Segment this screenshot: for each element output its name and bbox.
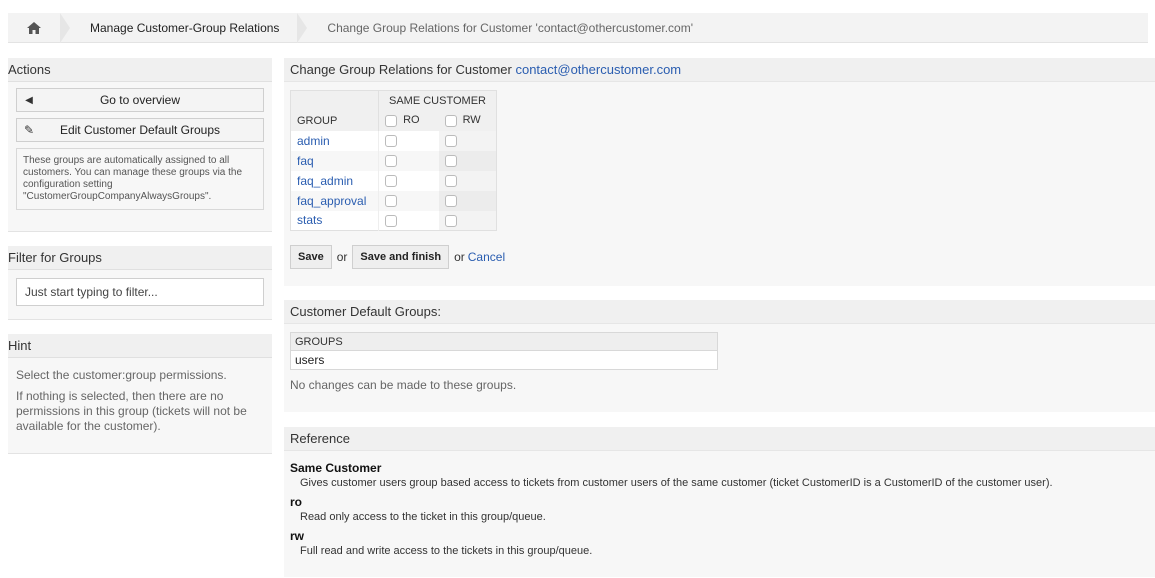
breadcrumb-manage-relations[interactable]: Manage Customer-Group Relations xyxy=(60,12,308,43)
hint-box: Hint Select the customer:group permissio… xyxy=(8,334,272,454)
ro-checkbox[interactable] xyxy=(385,155,397,168)
reference-desc: Gives customer users group based access … xyxy=(300,477,1053,489)
table-row: admin xyxy=(291,130,497,151)
hint-title: Hint xyxy=(8,334,272,358)
rw-header: RW xyxy=(462,114,481,127)
actions-box: Actions ◀ Go to overview ✎ Edit Customer… xyxy=(8,58,272,232)
default-groups-box: Customer Default Groups: GROUPS users No… xyxy=(284,300,1155,412)
group-link-faq-admin[interactable]: faq_admin xyxy=(297,174,353,188)
relations-title: Change Group Relations for Customer cont… xyxy=(284,58,1155,82)
group-link-stats[interactable]: stats xyxy=(297,213,322,227)
ro-checkbox[interactable] xyxy=(385,175,397,188)
breadcrumb-home[interactable] xyxy=(8,12,70,43)
table-row: faq xyxy=(290,150,497,171)
reference-desc: Full read and write access to the ticket… xyxy=(300,545,593,557)
default-group-row: users xyxy=(291,351,717,369)
ro-checkbox[interactable] xyxy=(385,135,397,148)
reference-list: Same Customer Gives customer users group… xyxy=(290,461,1149,557)
ro-checkbox[interactable] xyxy=(385,195,397,208)
rw-checkbox[interactable] xyxy=(444,215,457,228)
go-to-overview-button[interactable]: ◀ Go to overview xyxy=(16,88,264,112)
reference-term: Same Customer xyxy=(290,461,382,475)
group-column-header: GROUP xyxy=(297,114,338,127)
breadcrumb-label: Manage Customer-Group Relations xyxy=(90,20,280,35)
table-row: faq_admin xyxy=(291,170,497,191)
hint-text: Select the customer:group permissions. I… xyxy=(16,368,247,433)
actions-title: Actions xyxy=(8,58,272,82)
cancel-link[interactable]: Cancel xyxy=(468,250,505,264)
filter-input[interactable]: Just start typing to filter... xyxy=(16,278,264,306)
rw-checkbox[interactable] xyxy=(444,195,457,208)
reference-desc: Read only access to the ticket in this g… xyxy=(300,511,546,523)
groups-column-header: GROUPS xyxy=(291,333,717,351)
rw-checkbox[interactable] xyxy=(444,175,457,188)
group-link-faq[interactable]: faq xyxy=(297,154,314,168)
save-button[interactable]: Save xyxy=(290,245,332,269)
edit-default-groups-button[interactable]: ✎ Edit Customer Default Groups xyxy=(16,118,264,142)
customer-email-link[interactable]: contact@othercustomer.com xyxy=(515,62,681,77)
breadcrumb-label: Change Group Relations for Customer 'con… xyxy=(327,20,694,35)
table-row: faq_approval xyxy=(290,190,497,211)
group-link-faq-approval[interactable]: faq_approval xyxy=(297,194,366,208)
reference-box: Reference Same Customer Gives customer u… xyxy=(284,427,1155,577)
filter-title: Filter for Groups xyxy=(8,246,272,270)
save-and-finish-button[interactable]: Save and finish xyxy=(352,245,450,269)
ro-header: RO xyxy=(403,114,420,127)
form-actions: Save or Save and finish or Cancel xyxy=(290,245,1149,269)
group-link-admin[interactable]: admin xyxy=(297,134,330,148)
rw-checkbox[interactable] xyxy=(444,155,457,168)
rw-select-all-checkbox[interactable] xyxy=(444,114,457,127)
home-icon xyxy=(27,21,41,34)
filter-box: Filter for Groups Just start typing to f… xyxy=(8,246,272,320)
edit-icon: ✎ xyxy=(23,123,35,137)
rw-checkbox[interactable] xyxy=(444,135,457,148)
same-customer-header: SAME CUSTOMER xyxy=(378,90,497,111)
table-row: stats xyxy=(291,210,497,231)
ro-select-all-checkbox[interactable] xyxy=(385,114,397,127)
default-groups-table: GROUPS users xyxy=(290,332,718,370)
default-groups-note: No changes can be made to these groups. xyxy=(290,378,517,392)
default-groups-title: Customer Default Groups: xyxy=(284,300,1155,324)
default-groups-info: These groups are automatically assigned … xyxy=(16,148,264,210)
relations-table: SAME CUSTOMER GROUP RO RW admin faq faq_… xyxy=(290,90,497,231)
relations-box: Change Group Relations for Customer cont… xyxy=(284,58,1155,286)
reference-title: Reference xyxy=(284,427,1155,451)
reference-term: rw xyxy=(290,529,305,543)
caret-left-icon: ◀ xyxy=(25,94,33,106)
breadcrumb-current: Change Group Relations for Customer 'con… xyxy=(297,13,693,43)
ro-checkbox[interactable] xyxy=(385,215,397,228)
breadcrumb: Manage Customer-Group Relations Change G… xyxy=(8,12,1148,43)
reference-term: ro xyxy=(290,495,302,509)
